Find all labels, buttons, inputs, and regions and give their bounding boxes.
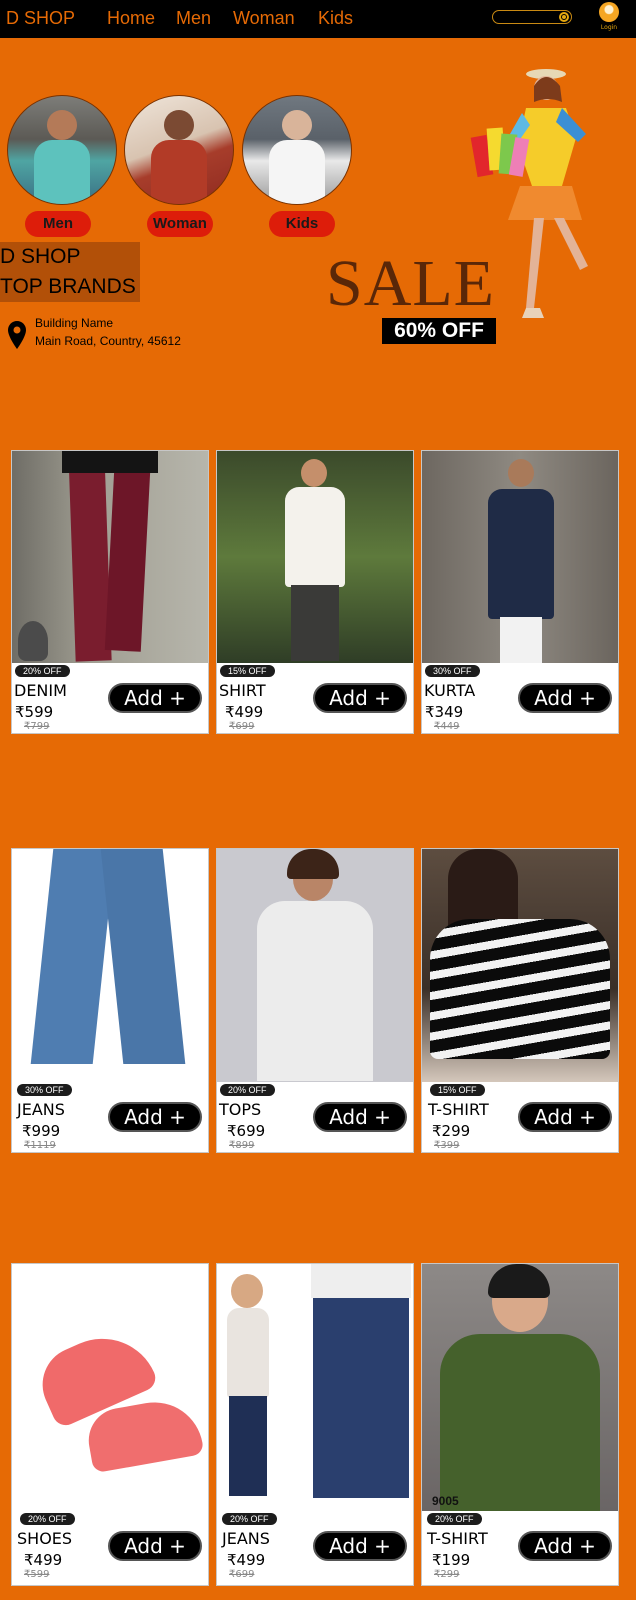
product-image-denim[interactable] — [12, 451, 208, 663]
product-old-price: ₹449 — [434, 721, 460, 732]
brand-banner-line-1: D SHOP — [0, 245, 81, 268]
category-image-woman[interactable] — [124, 95, 234, 205]
discount-badge: 30% OFF — [17, 1084, 72, 1096]
add-to-cart-button[interactable]: Add + — [108, 1531, 202, 1561]
tshirt-number-label: 9005 — [432, 1494, 459, 1508]
product-image-kurta[interactable] — [422, 451, 618, 663]
discount-badge: 20% OFF — [427, 1513, 482, 1525]
product-old-price: ₹399 — [434, 1140, 460, 1151]
category-button-men[interactable]: Men — [25, 211, 91, 237]
user-avatar-icon — [599, 2, 619, 22]
discount-badge: 30% OFF — [425, 665, 480, 677]
product-price: ₹499 — [24, 1551, 63, 1569]
discount-badge: 15% OFF — [430, 1084, 485, 1096]
top-navbar: D SHOP Home Men Woman Kids Login — [0, 0, 636, 38]
product-price: ₹299 — [432, 1122, 471, 1140]
product-old-price: ₹599 — [24, 1569, 50, 1580]
product-price: ₹199 — [432, 1551, 471, 1569]
product-card[interactable]: 20% OFF TOPS ₹699 ₹899 Add + — [216, 848, 414, 1153]
discount-badge: 20% OFF — [220, 1084, 275, 1096]
add-to-cart-button[interactable]: Add + — [518, 683, 612, 713]
product-name: SHOES — [17, 1529, 73, 1548]
product-old-price: ₹1119 — [24, 1140, 56, 1151]
product-card[interactable]: 9005 20% OFF T-SHIRT ₹199 ₹299 Add + — [421, 1263, 619, 1586]
discount-badge: 20% OFF — [222, 1513, 277, 1525]
product-old-price: ₹799 — [24, 721, 50, 732]
product-image-kids-tshirt[interactable]: 9005 — [422, 1264, 618, 1511]
product-old-price: ₹699 — [229, 1569, 255, 1580]
product-price: ₹349 — [425, 703, 464, 721]
product-image-shirt[interactable] — [217, 451, 413, 663]
product-price: ₹499 — [225, 703, 264, 721]
product-card[interactable]: 15% OFF T-SHIRT ₹299 ₹399 Add + — [421, 848, 619, 1153]
product-name: T-SHIRT — [428, 1100, 489, 1119]
product-name: SHIRT — [219, 681, 266, 700]
add-to-cart-button[interactable]: Add + — [518, 1531, 612, 1561]
add-to-cart-button[interactable]: Add + — [518, 1102, 612, 1132]
nav-link-kids[interactable]: Kids — [318, 8, 353, 29]
product-old-price: ₹299 — [434, 1569, 460, 1580]
product-card[interactable]: 20% OFF SHOES ₹499 ₹599 Add + — [11, 1263, 209, 1586]
product-name: JEANS — [222, 1529, 270, 1548]
nav-link-home[interactable]: Home — [107, 8, 155, 29]
login-button[interactable]: Login — [598, 2, 620, 36]
product-card[interactable]: 30% OFF KURTA ₹349 ₹449 Add + — [421, 450, 619, 734]
product-card[interactable]: 15% OFF SHIRT ₹499 ₹699 Add + — [216, 450, 414, 734]
product-old-price: ₹699 — [229, 721, 255, 732]
product-name: DENIM — [14, 681, 67, 700]
store-address: Building Name Main Road, Country, 45612 — [35, 314, 181, 350]
brand-logo[interactable]: D SHOP — [6, 8, 75, 29]
product-price: ₹699 — [227, 1122, 266, 1140]
category-image-men[interactable] — [7, 95, 117, 205]
product-price: ₹999 — [22, 1122, 61, 1140]
nav-link-men[interactable]: Men — [176, 8, 211, 29]
product-price: ₹599 — [15, 703, 54, 721]
nav-link-woman[interactable]: Woman — [233, 8, 295, 29]
add-to-cart-button[interactable]: Add + — [313, 683, 407, 713]
product-name: TOPS — [219, 1100, 262, 1119]
product-card[interactable]: 30% OFF JEANS ₹999 ₹1119 Add + — [11, 848, 209, 1153]
brand-banner-line-2: TOP BRANDS — [0, 275, 136, 298]
category-button-kids[interactable]: Kids — [269, 211, 335, 237]
category-image-kids[interactable] — [242, 95, 352, 205]
product-old-price: ₹899 — [229, 1140, 255, 1151]
add-to-cart-button[interactable]: Add + — [108, 683, 202, 713]
product-card[interactable]: 20% OFF DENIM ₹599 ₹799 Add + — [11, 450, 209, 734]
category-button-woman[interactable]: Woman — [147, 211, 213, 237]
product-name: KURTA — [424, 681, 476, 700]
product-image-tops[interactable] — [217, 849, 413, 1082]
product-image-jeans[interactable] — [12, 849, 208, 1082]
discount-badge: 20% OFF — [20, 1513, 75, 1525]
add-to-cart-button[interactable]: Add + — [313, 1531, 407, 1561]
product-image-kids-jeans[interactable] — [217, 1264, 413, 1511]
add-to-cart-button[interactable]: Add + — [108, 1102, 202, 1132]
address-line-2: Main Road, Country, 45612 — [35, 334, 181, 348]
product-image-shoes[interactable] — [12, 1264, 208, 1511]
discount-badge: 15% OFF — [220, 665, 275, 677]
address-line-1: Building Name — [35, 316, 114, 330]
brand-banner: D SHOP TOP BRANDS — [0, 242, 140, 302]
hero-model-image — [470, 69, 588, 318]
location-pin-icon — [8, 321, 26, 349]
product-name: JEANS — [17, 1100, 65, 1119]
product-price: ₹499 — [227, 1551, 266, 1569]
search-icon[interactable] — [559, 12, 569, 22]
product-card[interactable]: 20% OFF JEANS ₹499 ₹699 Add + — [216, 1263, 414, 1586]
add-to-cart-button[interactable]: Add + — [313, 1102, 407, 1132]
login-label: Login — [600, 24, 618, 31]
search-input[interactable] — [492, 10, 572, 24]
discount-badge: 20% OFF — [15, 665, 70, 677]
product-name: T-SHIRT — [427, 1529, 488, 1548]
product-image-tshirt[interactable] — [422, 849, 618, 1082]
